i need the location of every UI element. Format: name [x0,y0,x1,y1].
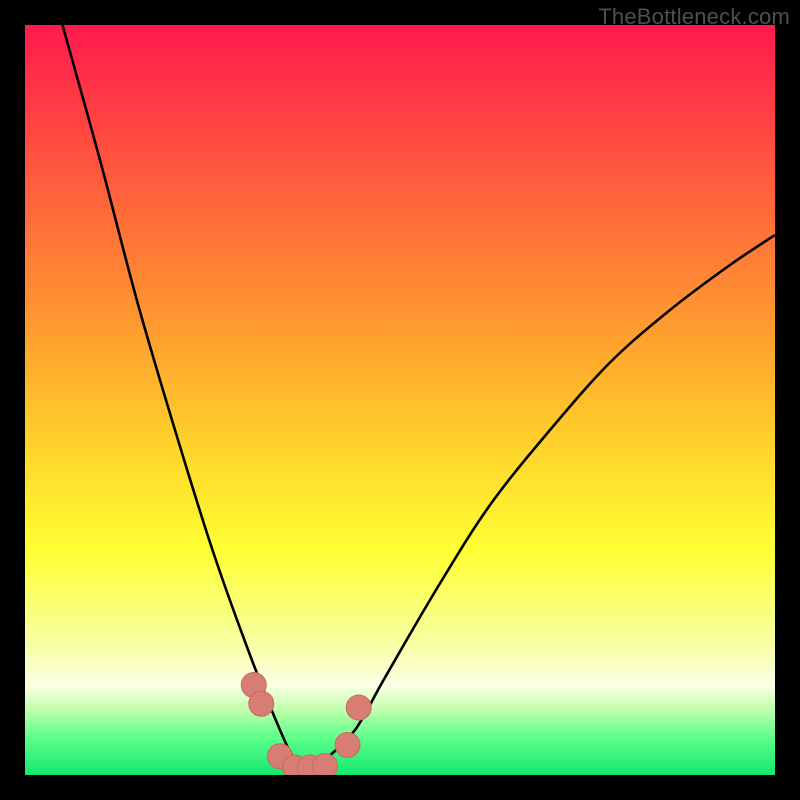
curve-layer [25,25,775,775]
watermark-text: TheBottleneck.com [598,4,790,30]
chart-frame: TheBottleneck.com [0,0,800,800]
data-marker [249,691,274,716]
data-marker [346,695,371,720]
plot-area [25,25,775,775]
marker-group [241,673,371,776]
data-marker [335,733,360,758]
data-marker [313,754,338,776]
bottleneck-curve [63,25,776,775]
